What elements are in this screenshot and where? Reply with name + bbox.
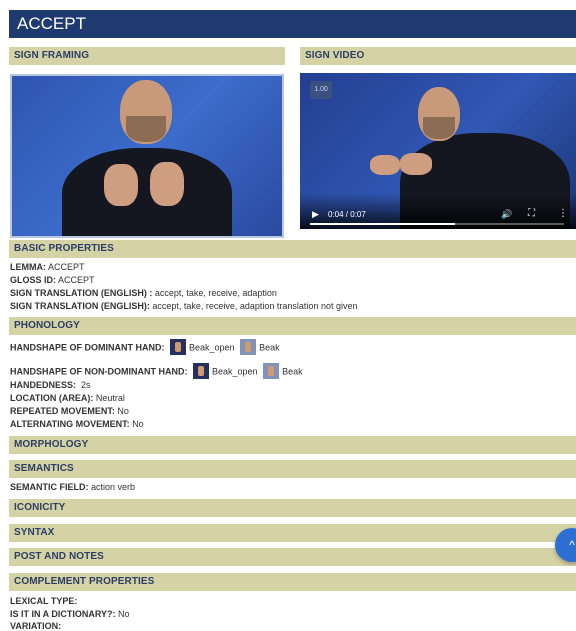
non-dominant-hand-row: HANDSHAPE OF NON-DOMINANT HAND: Beak_ope… (10, 363, 303, 380)
lemma-value: ACCEPT (48, 262, 85, 272)
gloss-label: GLOSS ID: (10, 275, 57, 285)
dictionary-row: IS IT IN A DICTIONARY?: No (10, 609, 130, 619)
handshape-beak-icon (263, 363, 280, 379)
handedness-value: 2s (81, 380, 91, 390)
fullscreen-icon[interactable]: ⛶ (528, 208, 535, 219)
dominant-shape-2: Beak (259, 342, 280, 353)
non-dominant-shape-1: Beak_open (212, 366, 258, 377)
section-header-post-and-notes[interactable]: POST AND NOTES (9, 548, 576, 566)
semantic-field-row: SEMANTIC FIELD: action verb (10, 482, 135, 492)
video-time: 0:04 / 0:07 (328, 210, 366, 219)
handedness-row: HANDEDNESS: 2s (10, 380, 91, 390)
video-controls: ▶ 0:04 / 0:07 🔊 ⛶ ⋮ (300, 193, 576, 229)
location-value: Neutral (95, 393, 125, 403)
dominant-hand-label: HANDSHAPE OF DOMINANT HAND: (10, 342, 165, 353)
lexical-type-label: LEXICAL TYPE: (10, 596, 78, 606)
section-header-complement-properties[interactable]: COMPLEMENT PROPERTIES (9, 573, 576, 591)
translation-value-1: accept, take, receive, adaption (154, 288, 277, 298)
sign-framing-image (10, 74, 284, 238)
semantic-field-label: SEMANTIC FIELD: (10, 482, 89, 492)
chevron-up-icon: ^ (569, 538, 575, 552)
section-header-sign-video: SIGN VIDEO (300, 47, 576, 65)
repeated-movement-label: REPEATED MOVEMENT: (10, 406, 115, 416)
translation-value-2: accept, take, receive, adaption translat… (152, 301, 358, 311)
location-row: LOCATION (AREA): Neutral (10, 393, 125, 403)
alternating-movement-value: No (132, 419, 144, 429)
translation-row-2: SIGN TRANSLATION (ENGLISH): accept, take… (10, 301, 357, 311)
location-label: LOCATION (AREA): (10, 393, 94, 403)
gloss-row: GLOSS ID: ACCEPT (10, 275, 95, 285)
volume-icon[interactable]: 🔊 (501, 209, 512, 220)
video-progress-fill (310, 223, 455, 225)
lexical-type-row: LEXICAL TYPE: (10, 596, 77, 606)
handshape-beak-open-icon (193, 363, 210, 379)
section-header-syntax[interactable]: SYNTAX (9, 524, 576, 542)
page-title: ACCEPT (9, 10, 576, 38)
handshape-beak-icon (240, 339, 257, 355)
non-dominant-hand-label: HANDSHAPE OF NON-DOMINANT HAND: (10, 366, 188, 377)
lemma-label: LEMMA: (10, 262, 46, 272)
section-header-sign-framing: SIGN FRAMING (9, 47, 285, 65)
dominant-shape-1: Beak_open (189, 342, 235, 353)
section-header-semantics[interactable]: SEMANTICS (9, 460, 576, 478)
section-header-basic-properties[interactable]: BASIC PROPERTIES (9, 240, 576, 258)
dictionary-value: No (118, 609, 130, 619)
lemma-row: LEMMA: ACCEPT (10, 262, 85, 272)
alternating-movement-label: ALTERNATING MOVEMENT: (10, 419, 130, 429)
play-icon[interactable]: ▶ (312, 209, 319, 220)
section-header-iconicity[interactable]: ICONICITY (9, 499, 576, 517)
alternating-movement-row: ALTERNATING MOVEMENT: No (10, 419, 144, 429)
sign-video-player[interactable]: 1.00 ▶ 0:04 / 0:07 🔊 ⛶ ⋮ (300, 73, 576, 229)
section-header-morphology[interactable]: MORPHOLOGY (9, 436, 576, 454)
semantic-field-value: action verb (91, 482, 136, 492)
dominant-hand-row: HANDSHAPE OF DOMINANT HAND: Beak_open Be… (10, 339, 280, 356)
section-header-phonology[interactable]: PHONOLOGY (9, 317, 576, 335)
handedness-label: HANDEDNESS: (10, 380, 77, 390)
translation-row-1: SIGN TRANSLATION (ENGLISH) : accept, tak… (10, 288, 277, 298)
video-progress-track[interactable] (310, 223, 564, 225)
repeated-movement-value: No (117, 406, 129, 416)
variation-row: VARIATION: (10, 621, 61, 631)
more-vertical-icon[interactable]: ⋮ (558, 208, 568, 219)
dictionary-label: IS IT IN A DICTIONARY?: (10, 609, 116, 619)
repeated-movement-row: REPEATED MOVEMENT: No (10, 406, 129, 416)
non-dominant-shape-2: Beak (282, 366, 303, 377)
variation-label: VARIATION: (10, 621, 62, 631)
translation-label-2: SIGN TRANSLATION (ENGLISH): (10, 301, 150, 311)
handshape-beak-open-icon (170, 339, 187, 355)
gloss-value: ACCEPT (58, 275, 95, 285)
translation-label-1: SIGN TRANSLATION (ENGLISH) : (10, 288, 153, 298)
